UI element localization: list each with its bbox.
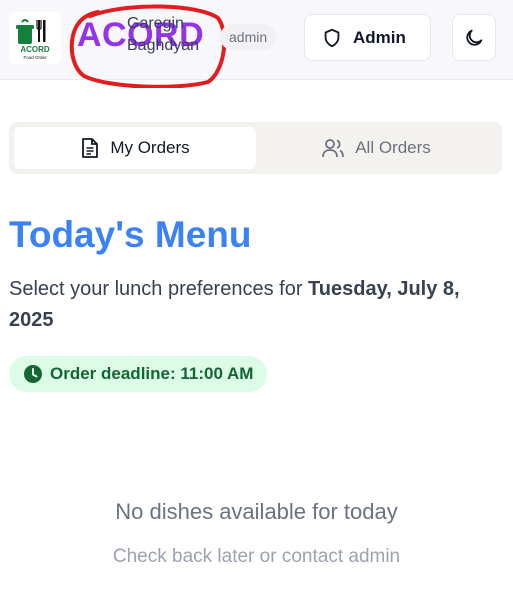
moon-icon xyxy=(466,29,483,46)
svg-text:ACORD: ACORD xyxy=(20,45,50,54)
admin-button[interactable]: Admin xyxy=(304,14,431,61)
tab-all-orders[interactable]: All Orders xyxy=(255,127,497,169)
app-logo[interactable]: ACORD Food Order xyxy=(9,12,61,64)
user-name: Garegin Baghdyan xyxy=(127,15,200,54)
empty-state-title: No dishes available for today xyxy=(115,499,398,524)
shield-icon xyxy=(324,28,340,47)
theme-toggle-button[interactable] xyxy=(452,14,496,61)
tab-my-orders[interactable]: My Orders xyxy=(14,127,256,169)
deadline-badge: Order deadline: 11:00 AM xyxy=(9,356,268,392)
users-icon xyxy=(322,139,345,158)
orders-tabs: My Orders All Orders xyxy=(9,122,502,174)
empty-state-subtitle: Check back later or contact admin xyxy=(112,546,401,567)
app-header: ACORD Food Order ACORD Garegin Baghdyan … xyxy=(0,0,513,88)
page-title: Today's Menu xyxy=(9,214,252,255)
tab-my-orders-label: My Orders xyxy=(110,138,190,157)
deadline-text: Order deadline: 11:00 AM xyxy=(50,364,254,383)
admin-button-label: Admin xyxy=(353,27,406,47)
subtitle-prefix: Select your lunch preferences for xyxy=(9,278,309,300)
page-subtitle: Select your lunch preferences for Tuesda… xyxy=(9,274,489,336)
role-badge: admin xyxy=(220,24,277,50)
logo-icon: ACORD Food Order xyxy=(16,19,50,60)
clock-icon xyxy=(24,365,42,383)
svg-text:Food Order: Food Order xyxy=(23,55,47,60)
tab-all-orders-label: All Orders xyxy=(355,138,431,157)
document-icon xyxy=(82,138,99,158)
